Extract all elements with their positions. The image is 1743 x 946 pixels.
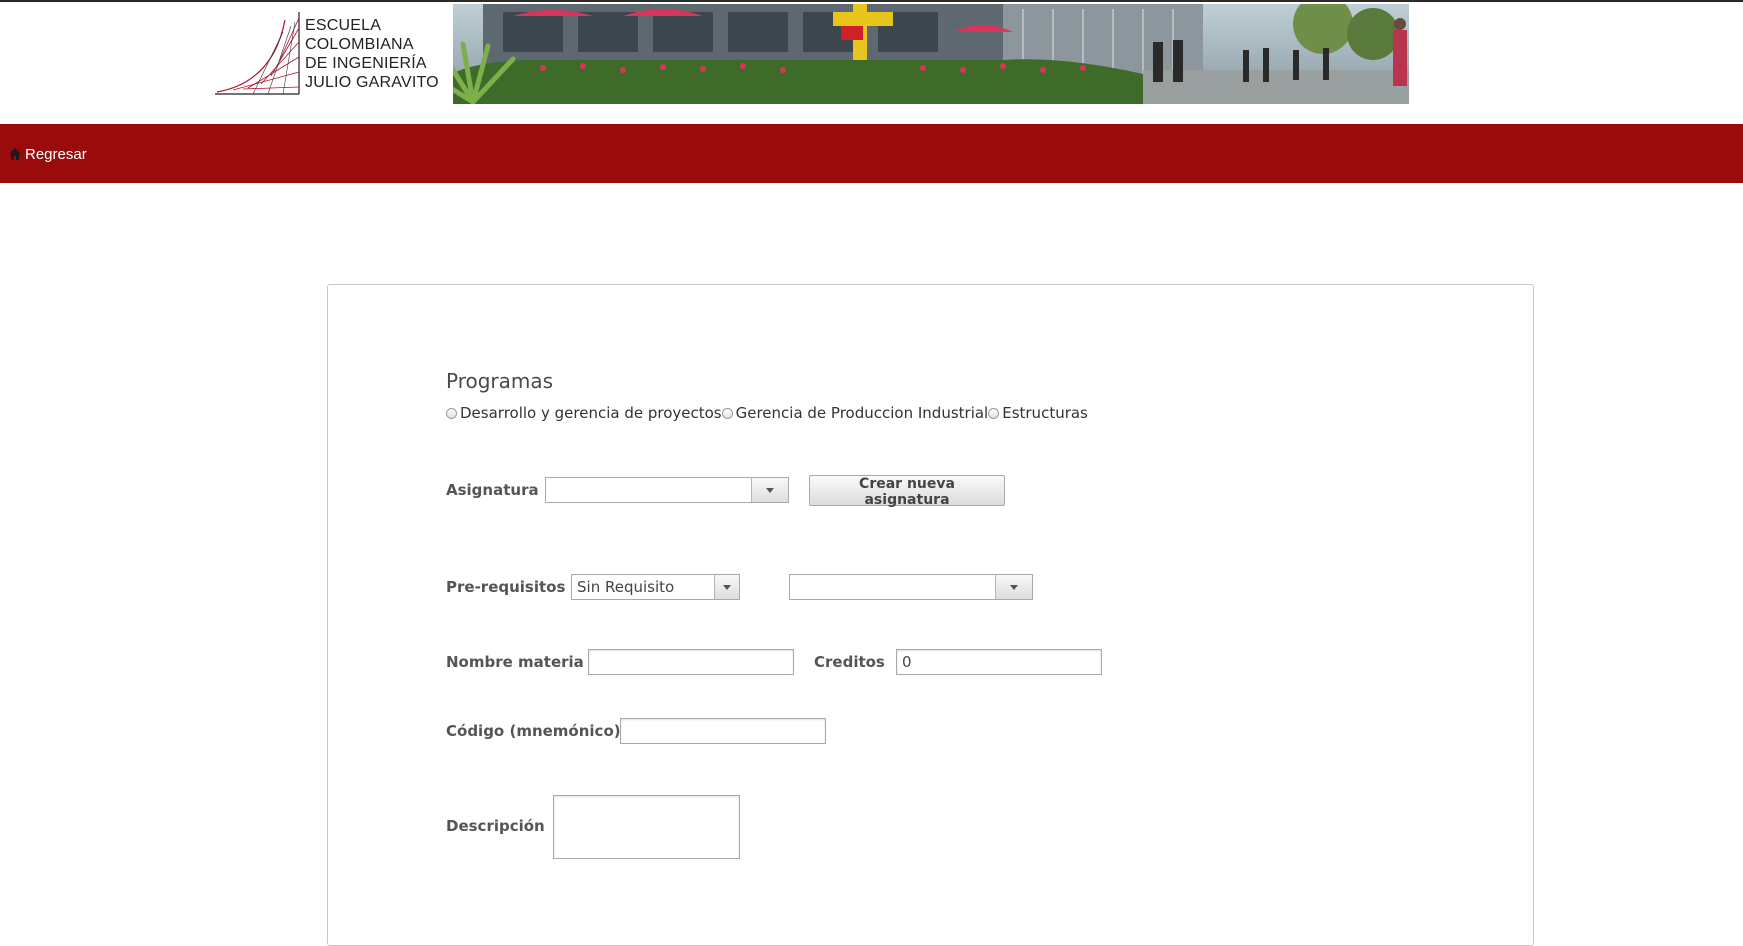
creditos-input[interactable] — [896, 649, 1102, 675]
logo-text: ESCUELA COLOMBIANA DE INGENIERÍA JULIO G… — [305, 16, 439, 92]
prerequisitos-select[interactable]: Sin Requisito — [571, 574, 740, 600]
program-option-desarrollo[interactable]: Desarrollo y gerencia de proyectos — [446, 404, 722, 422]
codigo-input[interactable] — [620, 718, 826, 744]
campus-photo — [363, 4, 1409, 104]
back-label: Regresar — [25, 145, 87, 163]
logo-line: JULIO GARAVITO — [305, 74, 439, 91]
radio-button[interactable] — [721, 407, 733, 419]
nombre-materia-label: Nombre materia — [446, 653, 584, 671]
header-banner: ESCUELA COLOMBIANA DE INGENIERÍA JULIO G… — [213, 4, 1409, 104]
school-logo: ESCUELA COLOMBIANA DE INGENIERÍA JULIO G… — [213, 4, 453, 104]
asignatura-value — [546, 478, 751, 502]
program-option-label: Desarrollo y gerencia de proyectos — [460, 404, 722, 422]
program-option-estructuras[interactable]: Estructuras — [988, 404, 1088, 422]
prerequisitos-label: Pre-requisitos — [446, 578, 566, 596]
chevron-down-icon — [766, 487, 774, 493]
home-icon — [9, 148, 21, 160]
create-subject-button[interactable]: Crear nueva asignatura — [809, 475, 1005, 508]
logo-line: ESCUELA — [305, 17, 382, 34]
logo-mark-icon — [215, 12, 300, 95]
asignatura-select[interactable] — [545, 477, 789, 503]
radio-button[interactable] — [446, 407, 457, 419]
form-panel: Programas Desarrollo y gerencia de proye… — [327, 284, 1534, 946]
radio-button[interactable] — [988, 407, 1000, 419]
logo-line: DE INGENIERÍA — [305, 55, 427, 72]
program-option-gerencia[interactable]: Gerencia de Produccion Industrial — [721, 404, 989, 422]
program-option-label: Gerencia de Produccion Industrial — [735, 404, 989, 422]
program-option-label: Estructuras — [1002, 404, 1088, 422]
nombre-materia-input[interactable] — [588, 649, 794, 675]
prerequisito-detail-value — [790, 575, 995, 599]
prerequisito-detail-dropdown-button[interactable] — [995, 575, 1032, 599]
chevron-down-icon — [1010, 584, 1018, 590]
back-link[interactable]: Regresar — [8, 144, 87, 164]
creditos-label: Creditos — [814, 653, 885, 671]
logo-line: COLOMBIANA — [305, 36, 414, 53]
asignatura-label: Asignatura — [446, 481, 539, 499]
prerequisitos-value: Sin Requisito — [577, 578, 675, 596]
nav-bar: Regresar — [0, 124, 1743, 183]
asignatura-dropdown-button[interactable] — [751, 478, 788, 502]
programs-radio-group: Desarrollo y gerencia de proyectos Geren… — [446, 404, 1088, 422]
prerequisito-detail-select[interactable] — [789, 574, 1033, 600]
top-border — [0, 0, 1743, 2]
descripcion-label: Descripción — [446, 817, 545, 835]
programs-title: Programas — [446, 369, 554, 393]
chevron-down-icon — [723, 584, 731, 590]
codigo-label: Código (mnemónico) — [446, 722, 621, 740]
descripcion-textarea[interactable] — [553, 795, 740, 859]
prerequisitos-dropdown-button[interactable] — [714, 575, 739, 599]
